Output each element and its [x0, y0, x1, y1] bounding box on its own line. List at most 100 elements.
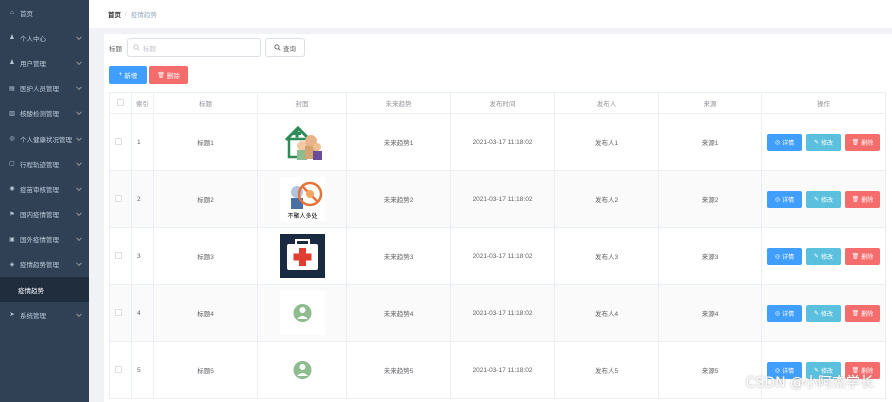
- chevron-down-icon: [76, 235, 82, 242]
- sidebar-item-home[interactable]: ⌂ 首页: [0, 0, 89, 25]
- delete-button[interactable]: 🗑 删除: [845, 133, 880, 151]
- row-checkbox[interactable]: [115, 308, 122, 316]
- cover-image[interactable]: [279, 234, 325, 278]
- cell-title: 标题4: [153, 284, 258, 342]
- cell-cover: 不聚人多处: [257, 170, 347, 228]
- sidebar-item-domestic[interactable]: ⚑ 国内疫情管理: [0, 202, 89, 227]
- search-placeholder: 标题: [143, 45, 156, 53]
- cover-doctor-avatar-image: [279, 291, 325, 335]
- delete-label: 删除: [861, 140, 874, 147]
- detail-button[interactable]: ◎ 详情: [767, 304, 802, 322]
- cell-trend: 未来趋势5: [346, 341, 451, 399]
- query-button[interactable]: 查询: [265, 38, 305, 57]
- cell-trend: 未来趋势4: [346, 284, 451, 342]
- sidebar-item-system[interactable]: ➤ 系统管理: [0, 302, 89, 327]
- cell-source: 来源3: [658, 227, 762, 285]
- trash-icon: 🗑: [851, 139, 860, 146]
- edit-icon: ✎: [813, 196, 819, 203]
- delete-label: 删除: [861, 311, 874, 318]
- user-icon: ♟: [9, 35, 15, 42]
- cell-index: 1: [131, 113, 154, 171]
- sidebar: ⌂ 首页 ♟ 个人中心 ♟ 用户管理 ▤ 医护人员管理 ▥ 核酸检测管理 ◎ 个…: [0, 0, 89, 402]
- edit-button[interactable]: ✎ 修改: [806, 304, 841, 322]
- row-checkbox[interactable]: [115, 365, 122, 373]
- sidebar-item-personal-center[interactable]: ♟ 个人中心: [0, 25, 89, 50]
- edit-label: 修改: [821, 311, 834, 318]
- edit-button[interactable]: ✎ 修改: [806, 190, 841, 208]
- chevron-down-icon: [76, 34, 82, 40]
- add-button-label: 新增: [124, 73, 138, 80]
- row-select[interactable]: [109, 284, 132, 342]
- detail-button[interactable]: ◎ 详情: [767, 133, 802, 151]
- sidebar-item-route[interactable]: ▢ 行程轨迹管理: [0, 151, 89, 176]
- sidebar-item-label: 核酸检测管理: [20, 111, 59, 119]
- batch-delete-button[interactable]: 🗑 删除: [149, 66, 188, 84]
- search-label: 标题: [109, 45, 122, 53]
- add-button[interactable]: + 新增: [109, 66, 147, 84]
- sidebar-item-label: 首页: [20, 10, 33, 18]
- watermark: CSDN @小阿杰学长: [745, 375, 874, 391]
- cover-image[interactable]: [279, 291, 325, 335]
- detail-button[interactable]: ◎ 详情: [767, 190, 802, 208]
- cell-actions: ◎ 详情 ✎ 修改 🗑 删除: [761, 227, 886, 285]
- sidebar-item-label: 个人健康状况管理: [20, 136, 72, 144]
- sidebar-subitem-trend[interactable]: 疫情趋势: [0, 277, 89, 303]
- row-select[interactable]: [109, 341, 132, 399]
- row-select[interactable]: [109, 113, 132, 171]
- sidebar-item-medical-staff[interactable]: ▤ 医护人员管理: [0, 76, 89, 101]
- row-checkbox[interactable]: [115, 137, 122, 145]
- cell-publisher: 发布人1: [554, 113, 659, 171]
- cover-image[interactable]: 不聚人多处: [279, 177, 325, 221]
- edit-button[interactable]: ✎ 修改: [806, 247, 841, 265]
- table-row: 2 标题2 不聚人多处 未来趋势2 2021-03-17 11:18:02 发布…: [109, 170, 886, 228]
- cover-no-gathering-image: 不聚人多处: [279, 177, 325, 221]
- header-title: 标题: [153, 92, 258, 114]
- delete-button[interactable]: 🗑 删除: [845, 190, 880, 208]
- row-checkbox[interactable]: [115, 251, 122, 259]
- sidebar-item-health-status[interactable]: ◎ 个人健康状况管理: [0, 126, 89, 151]
- cell-title: 标题1: [153, 113, 258, 171]
- cell-cover: [257, 284, 347, 342]
- detail-button[interactable]: ◎ 详情: [767, 247, 802, 265]
- sidebar-item-nucleic-test[interactable]: ▥ 核酸检测管理: [0, 101, 89, 126]
- header-index: 索引: [131, 92, 154, 114]
- detail-icon: ◎: [774, 253, 781, 260]
- edit-button[interactable]: ✎ 修改: [806, 133, 841, 151]
- edit-label: 修改: [821, 197, 834, 204]
- trash-icon: 🗑: [851, 196, 860, 203]
- chevron-down-icon: [76, 84, 82, 91]
- row-select[interactable]: [109, 170, 132, 228]
- detail-label: 详情: [782, 254, 795, 261]
- header-publisher: 发布人: [554, 92, 659, 114]
- delete-button[interactable]: 🗑 删除: [845, 304, 880, 322]
- cell-title: 标题3: [153, 227, 258, 285]
- cell-title: 标题2: [153, 170, 258, 228]
- sidebar-item-foreign[interactable]: ▣ 国外疫情管理: [0, 227, 89, 252]
- chevron-down-icon: [76, 134, 82, 141]
- header-select[interactable]: [109, 92, 132, 114]
- edit-label: 修改: [821, 140, 834, 147]
- cell-trend: 未来趋势1: [346, 113, 451, 171]
- sidebar-item-vaccine-audit[interactable]: ◉ 疫苗审核管理: [0, 176, 89, 201]
- cell-publisher: 发布人3: [554, 227, 659, 285]
- data-table: 索引 标题 封面 未来趋势 发布时间 发布人 来源 操作 1 标题1 未来趋势1…: [109, 92, 886, 399]
- chevron-down-icon: [76, 311, 82, 317]
- sidebar-item-users[interactable]: ♟ 用户管理: [0, 50, 89, 75]
- breadcrumb-home[interactable]: 首页: [108, 9, 121, 19]
- header-actions: 操作: [761, 92, 886, 114]
- cover-image[interactable]: [279, 348, 325, 392]
- select-all-checkbox[interactable]: [117, 98, 124, 106]
- delete-button[interactable]: 🗑 删除: [845, 247, 880, 265]
- cell-actions: ◎ 详情 ✎ 修改 🗑 删除: [761, 170, 886, 228]
- sidebar-item-trend-manage[interactable]: ◈ 疫情趋势管理: [0, 252, 89, 277]
- content-panel: 标题 标题 查询 + 新增 🗑 删除 索引 标题 封面 未来趋势 发布时间 发布…: [104, 34, 892, 402]
- cell-source: 来源2: [658, 170, 762, 228]
- main-area: 首页 / 疫情趋势 标题 标题 查询 + 新增 🗑 删除 索引 标题 封面 未来…: [89, 0, 892, 402]
- cover-image[interactable]: [279, 120, 325, 164]
- cell-publisher: 发布人5: [554, 341, 659, 399]
- search-bar: 标题 标题 查询: [109, 38, 305, 57]
- search-input[interactable]: 标题: [127, 38, 261, 57]
- row-checkbox[interactable]: [115, 194, 122, 202]
- chevron-down-icon: [76, 260, 82, 267]
- row-select[interactable]: [109, 227, 132, 285]
